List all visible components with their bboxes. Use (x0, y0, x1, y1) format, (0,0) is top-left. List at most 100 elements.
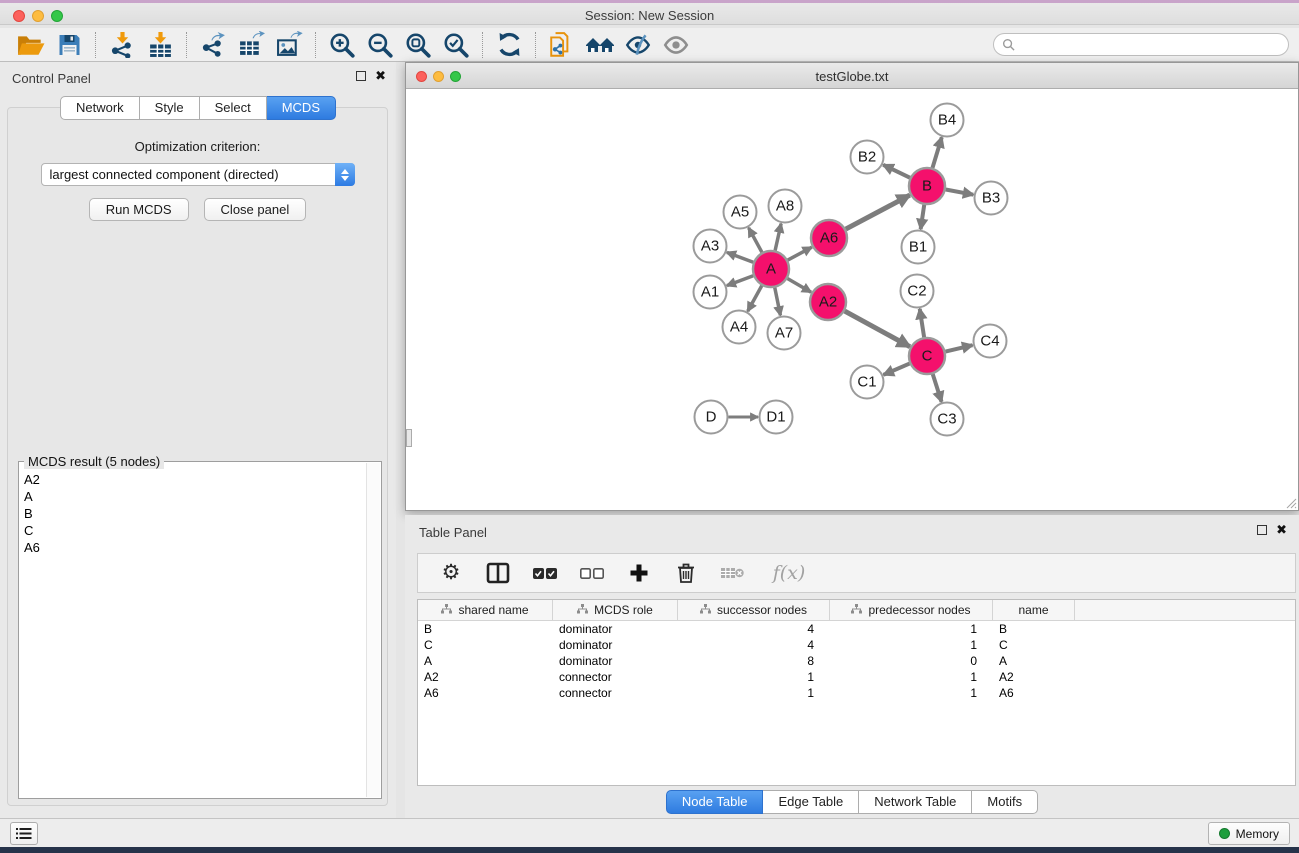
graph-edge-A-A1[interactable] (727, 276, 753, 286)
graph-node-B4[interactable]: B4 (931, 104, 964, 137)
refresh-icon[interactable] (490, 30, 528, 60)
resize-grip-icon[interactable] (1283, 495, 1297, 509)
search-field[interactable] (993, 33, 1289, 56)
tab-mcds[interactable]: MCDS (267, 96, 336, 120)
table-cell[interactable]: 1 (830, 669, 993, 685)
table-cell[interactable]: A (993, 653, 1075, 669)
mcds-result-item[interactable]: B (20, 506, 366, 523)
split-panel-icon[interactable] (485, 559, 511, 587)
mcds-result-item[interactable]: A2 (20, 472, 366, 489)
graph-node-A8[interactable]: A8 (769, 190, 802, 223)
node-table[interactable]: shared nameMCDS rolesuccessor nodesprede… (417, 599, 1296, 786)
graph-node-A2[interactable]: A2 (810, 284, 846, 320)
graph-edge-C-C1[interactable] (884, 364, 910, 375)
zoom-fit-icon[interactable] (399, 30, 437, 60)
graph-node-C4[interactable]: C4 (974, 325, 1007, 358)
table-cell[interactable]: 1 (830, 621, 993, 637)
trash-icon[interactable] (673, 559, 699, 587)
table-cell[interactable]: dominator (553, 621, 678, 637)
column-header-MCDS-role[interactable]: MCDS role (553, 600, 678, 620)
column-header-name[interactable]: name (993, 600, 1075, 620)
graph-node-A1[interactable]: A1 (694, 276, 727, 309)
table-row[interactable]: Cdominator41C (418, 637, 1295, 653)
table-cell[interactable]: C (418, 637, 553, 653)
table-cell[interactable]: A (418, 653, 553, 669)
graph-edge-A-A6[interactable] (788, 247, 812, 260)
table-row[interactable]: Bdominator41B (418, 621, 1295, 637)
graph-edge-A6-B[interactable] (846, 195, 910, 229)
table-cell[interactable]: 1 (678, 685, 830, 701)
eye-slash-icon[interactable] (619, 30, 657, 60)
floppy-save-icon[interactable] (50, 30, 88, 60)
column-header-shared-name[interactable]: shared name (418, 600, 553, 620)
result-scrollbar[interactable] (366, 463, 380, 797)
float-panel-icon[interactable] (356, 71, 366, 81)
delete-table-icon[interactable] (720, 559, 746, 587)
graph-edge-B-B3[interactable] (946, 190, 974, 195)
mcds-result-item[interactable]: A6 (20, 540, 366, 557)
graph-edge-A-A8[interactable] (775, 224, 781, 251)
folder-open-icon[interactable] (12, 30, 50, 60)
table-cell[interactable]: 0 (830, 653, 993, 669)
export-network-icon[interactable] (194, 30, 232, 60)
table-cell[interactable]: 4 (678, 621, 830, 637)
splitter-handle[interactable] (406, 429, 412, 447)
add-column-icon[interactable] (626, 559, 652, 587)
graph-edge-A-A2[interactable] (787, 279, 811, 293)
zoom-in-icon[interactable] (323, 30, 361, 60)
table-cell[interactable]: connector (553, 685, 678, 701)
table-cell[interactable]: 1 (830, 685, 993, 701)
graph-node-A4[interactable]: A4 (723, 311, 756, 344)
graph-edge-A2-C[interactable] (845, 311, 910, 347)
graph-edge-A-A7[interactable] (775, 288, 781, 316)
table-cell[interactable]: B (993, 621, 1075, 637)
graph-node-A3[interactable]: A3 (694, 230, 727, 263)
table-cell[interactable]: A2 (418, 669, 553, 685)
tab-network[interactable]: Network (60, 96, 140, 120)
table-cell[interactable]: 1 (678, 669, 830, 685)
close-table-panel-icon[interactable]: ✖ (1276, 525, 1287, 535)
graph-edge-C-C3[interactable] (933, 374, 942, 402)
table-cell[interactable]: A6 (993, 685, 1075, 701)
table-cell[interactable]: B (418, 621, 553, 637)
graph-edge-B-B1[interactable] (921, 205, 925, 229)
gear-icon[interactable]: ⚙ (438, 559, 464, 587)
table-cell[interactable]: 8 (678, 653, 830, 669)
function-builder-icon[interactable]: f(x) (767, 559, 811, 587)
eye-icon[interactable] (657, 30, 695, 60)
zoom-out-icon[interactable] (361, 30, 399, 60)
graph-edge-B-B2[interactable] (883, 165, 910, 178)
column-header-predecessor-nodes[interactable]: predecessor nodes (830, 600, 993, 620)
duplicate-network-icon[interactable] (543, 30, 581, 60)
graph-edge-B-B4[interactable] (933, 137, 942, 168)
graph-edge-A-A3[interactable] (727, 252, 753, 262)
graph-node-D[interactable]: D (695, 401, 728, 434)
mcds-result-item[interactable]: A (20, 489, 366, 506)
graph-edge-A-A4[interactable] (748, 286, 762, 312)
tab-edge-table[interactable]: Edge Table (763, 790, 859, 814)
mcds-result-item[interactable]: C (20, 523, 366, 540)
memory-button[interactable]: Memory (1208, 822, 1290, 845)
table-cell[interactable]: A6 (418, 685, 553, 701)
graph-node-B1[interactable]: B1 (902, 231, 935, 264)
float-table-panel-icon[interactable] (1257, 525, 1267, 535)
graph-node-A7[interactable]: A7 (768, 317, 801, 350)
optimization-criterion-dropdown[interactable]: largest connected component (directed) (41, 163, 355, 186)
graph-node-C1[interactable]: C1 (851, 366, 884, 399)
graph-node-C[interactable]: C (909, 338, 945, 374)
table-row[interactable]: A2connector11A2 (418, 669, 1295, 685)
column-header-successor-nodes[interactable]: successor nodes (678, 600, 830, 620)
table-cell[interactable]: C (993, 637, 1075, 653)
table-cell[interactable]: connector (553, 669, 678, 685)
import-table-icon[interactable] (141, 30, 179, 60)
graph-node-C3[interactable]: C3 (931, 403, 964, 436)
export-table-icon[interactable] (232, 30, 270, 60)
graph-node-A5[interactable]: A5 (724, 196, 757, 229)
tab-node-table[interactable]: Node Table (666, 790, 764, 814)
close-panel-icon[interactable]: ✖ (375, 71, 386, 81)
graph-node-D1[interactable]: D1 (760, 401, 793, 434)
clear-selection-checkboxes-icon[interactable] (579, 559, 605, 587)
search-input[interactable] (1015, 38, 1265, 52)
graph-node-C2[interactable]: C2 (901, 275, 934, 308)
tab-select[interactable]: Select (200, 96, 267, 120)
